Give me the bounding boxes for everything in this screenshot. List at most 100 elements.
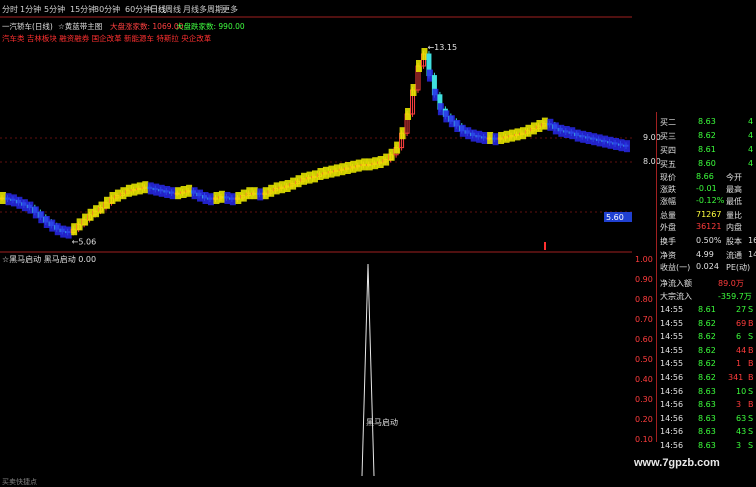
stat-value: 14. (748, 250, 756, 259)
trade-side: B (748, 345, 754, 355)
trade-volume: 69 (736, 318, 747, 328)
period-tab-1[interactable]: 1分钟 (20, 4, 41, 15)
trade-volume: 6 (736, 332, 742, 342)
order-book-volume: 4 (748, 131, 754, 140)
footer-text: 买卖快捷点 (2, 477, 37, 486)
stat-value: 8.66 (696, 172, 714, 181)
period-tab-2[interactable]: 5分钟 (44, 4, 65, 15)
trade-price: 8.62 (698, 359, 716, 369)
trade-side: S (748, 386, 754, 396)
sub-axis-label: 0.20 (635, 415, 653, 424)
order-book-volume: 4 (748, 117, 754, 126)
trade-side: S (748, 427, 754, 437)
watermark-text: www.7gpzb.com (634, 457, 720, 469)
order-book-price: 8.60 (698, 159, 716, 168)
stat-value: 71267 (696, 210, 722, 219)
price-axis-label: 8.00 (643, 157, 661, 166)
trade-side: B (748, 359, 754, 369)
sub-axis-label: 1.00 (635, 255, 653, 264)
trade-time: 14:56 (660, 441, 684, 450)
period-tab-7[interactable]: 周线 (165, 4, 181, 15)
sub-indicator-name[interactable]: ☆黑马启动 黑马启动 0.00 (2, 254, 96, 264)
trade-volume: 3 (736, 441, 742, 450)
period-tab-8[interactable]: 月线 (183, 4, 199, 15)
stat-label: 流通 (726, 251, 742, 260)
trade-price: 8.62 (698, 345, 716, 355)
sub-axis-label: 0.80 (635, 295, 653, 304)
sub-axis-label: 0.90 (635, 275, 653, 284)
trade-side: S (748, 332, 754, 342)
trade-time: 14:55 (660, 318, 684, 328)
sub-axis-label: 0.40 (635, 375, 653, 384)
stat-label: 最高 (726, 185, 742, 194)
stat-label: PE(动) (726, 263, 751, 272)
order-book-label: 买三 (660, 132, 676, 141)
stat-label: 涨跌 (660, 185, 676, 194)
trade-volume: 63 (736, 413, 747, 423)
stat-label: 外盘 (660, 223, 676, 232)
trade-side: B (748, 400, 754, 410)
period-tab-4[interactable]: 30分钟 (94, 4, 120, 15)
trade-volume: 1 (736, 359, 742, 369)
stat-value: -0.01 (696, 184, 717, 193)
sub-axis-label: 0.10 (635, 435, 653, 444)
signal-label: 黑马启动 (366, 417, 398, 427)
stat-value: 16. (748, 236, 756, 245)
stat-label: 今开 (726, 173, 742, 182)
stat-label: 涨幅 (660, 197, 676, 206)
stat-label: 换手 (660, 237, 676, 246)
trade-volume: 43 (736, 427, 747, 437)
order-book-label: 买二 (660, 118, 676, 127)
trade-price: 8.62 (698, 318, 716, 328)
flow-value: 89.0万 (718, 279, 744, 288)
sub-axis-label: 0.50 (635, 355, 653, 364)
trade-price: 8.61 (698, 305, 716, 314)
order-book-volume: 4 (748, 145, 754, 154)
stat-label: 最低 (726, 197, 742, 206)
trade-time: 14:56 (660, 427, 684, 437)
trade-price: 8.63 (698, 427, 716, 437)
stat-value: 4.99 (696, 250, 714, 259)
trade-volume: 44 (736, 345, 747, 355)
trade-time: 14:55 (660, 359, 684, 369)
stat-label: 量比 (726, 211, 742, 220)
trade-side: S (748, 305, 754, 314)
trade-time: 14:55 (660, 305, 684, 314)
order-book-price: 8.63 (698, 117, 716, 126)
trade-side: B (748, 373, 754, 382)
stat-label: 股本 (726, 237, 742, 246)
order-book-volume: 4 (748, 159, 754, 168)
sub-axis-label: 0.60 (635, 335, 653, 344)
trade-volume: 27 (736, 305, 747, 314)
flow-label: 净流入额 (660, 279, 692, 288)
trade-time: 14:55 (660, 345, 684, 355)
price-axis-label: 9.00 (643, 133, 661, 142)
stat-label: 收益(一) (660, 263, 691, 272)
trade-volume: 341 (728, 373, 744, 382)
stat-label: 净资 (660, 251, 676, 260)
trade-price: 8.62 (698, 373, 716, 382)
period-tab-6[interactable]: 日线 (150, 4, 166, 15)
stat-value: 36121 (696, 222, 722, 231)
order-book-price: 8.62 (698, 131, 716, 140)
order-book-label: 买四 (660, 146, 676, 155)
period-tab-10[interactable]: 更多 (222, 4, 238, 15)
period-tab-3[interactable]: 15分钟 (70, 4, 96, 15)
flow-label: 大宗流入 (660, 292, 692, 301)
trade-price: 8.63 (698, 400, 716, 410)
trade-side: S (748, 413, 754, 423)
price-badge-text: 5.60 (606, 213, 624, 222)
trade-volume: 10 (736, 386, 747, 396)
trade-side: S (748, 441, 754, 450)
period-tab-9[interactable]: 多周期 (199, 4, 223, 15)
period-tab-0[interactable]: 分时 (2, 4, 18, 15)
trend-band-segment (624, 140, 630, 153)
trade-volume: 3 (736, 400, 742, 410)
low-price-label: ←5.06 (72, 238, 97, 247)
flow-value: -359.7万 (718, 292, 752, 301)
period-tab-5[interactable]: 60分钟 (125, 4, 151, 15)
trade-price: 8.63 (698, 413, 716, 423)
stat-value: 0.024 (696, 262, 719, 271)
kline-chart[interactable]: ←13.15 ←5.06 5.60 ☆黑马启动 黑马启动 0.00 黑马启动买卖快捷点 (0, 16, 632, 486)
trade-price: 8.63 (698, 386, 716, 396)
